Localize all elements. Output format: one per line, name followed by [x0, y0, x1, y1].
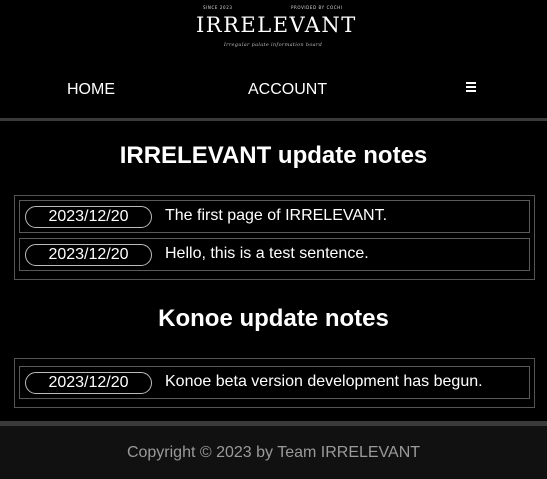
- site-header: SINCE 2023 PROVIDED BY COCHI IRRELEVANT …: [0, 0, 547, 68]
- date-badge: 2023/12/20: [25, 372, 152, 394]
- konoe-notes-list: 2023/12/20 Konoe beta version developmen…: [14, 358, 535, 408]
- logo-since-text: SINCE 2023: [203, 5, 233, 10]
- nav-home-link[interactable]: HOME: [67, 81, 115, 99]
- site-logo[interactable]: SINCE 2023 PROVIDED BY COCHI IRRELEVANT …: [196, 4, 357, 54]
- note-row: 2023/12/20 Hello, this is a test sentenc…: [19, 238, 530, 271]
- section-title-konoe: Konoe update notes: [158, 305, 389, 332]
- note-text: Konoe beta version development has begun…: [165, 373, 483, 390]
- section-title-irrelevant: IRRELEVANT update notes: [119, 142, 428, 169]
- date-badge: 2023/12/20: [25, 206, 152, 228]
- logo-provided-text: PROVIDED BY COCHI: [291, 5, 343, 10]
- date-badge: 2023/12/20: [25, 244, 152, 266]
- note-text: The first page of IRRELEVANT.: [165, 207, 388, 224]
- logo-title: IRRELEVANT: [196, 13, 357, 37]
- note-row: 2023/12/20 The first page of IRRELEVANT.: [19, 200, 530, 233]
- logo-subtitle: Irregular palate information board: [223, 42, 323, 48]
- note-text: Hello, this is a test sentence.: [165, 245, 369, 262]
- site-footer: Copyright © 2023 by Team IRRELEVANT: [0, 426, 547, 479]
- nav-account-link[interactable]: ACCOUNT: [248, 81, 327, 99]
- header-divider: [0, 118, 547, 121]
- main-nav: HOME ACCOUNT: [0, 68, 547, 118]
- note-row: 2023/12/20 Konoe beta version developmen…: [19, 366, 530, 399]
- copyright-text: Copyright © 2023 by Team IRRELEVANT: [126, 444, 421, 461]
- hamburger-icon[interactable]: [466, 82, 476, 92]
- irrelevant-notes-list: 2023/12/20 The first page of IRRELEVANT.…: [14, 195, 535, 280]
